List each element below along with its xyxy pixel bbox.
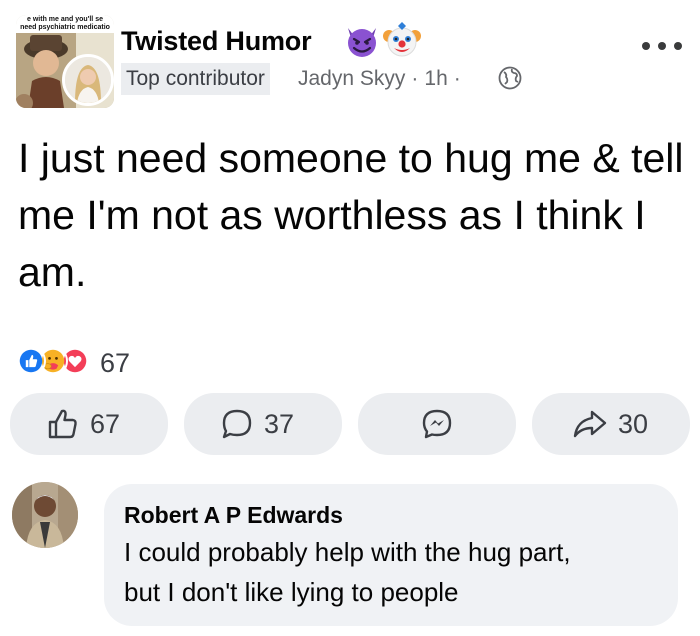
like-reaction-icon [16, 346, 46, 376]
comment-author[interactable]: Robert A P Edwards [124, 500, 343, 530]
group-name[interactable]: Twisted Humor [121, 26, 312, 57]
commenter-avatar-image [12, 482, 78, 548]
like-button[interactable]: 67 [10, 393, 168, 455]
smiling-devil-icon [348, 28, 376, 57]
post-card: e with me and you'll se need psychiatric… [0, 0, 700, 636]
comment-text-line: but I don't like lying to people [124, 577, 459, 607]
more-dot [674, 42, 682, 50]
meta-separator: · [411, 67, 419, 90]
comment-bubble-icon [222, 409, 252, 439]
post-time[interactable]: 1h [424, 67, 447, 90]
share-arrow-icon [573, 410, 607, 438]
post-author[interactable]: Jadyn Skyy [298, 67, 405, 90]
user-avatar-image [65, 57, 111, 103]
messenger-icon [422, 409, 452, 439]
share-button[interactable]: 30 [532, 393, 690, 455]
top-contributor-badge: Top contributor [121, 63, 270, 95]
more-dot [642, 42, 650, 50]
group-avatar-caption: e with me and you'll se need psychiatric… [16, 15, 114, 33]
comment-count: 37 [264, 409, 295, 439]
more-dot [658, 42, 666, 50]
comment-button[interactable]: 37 [184, 393, 342, 455]
user-avatar[interactable] [62, 54, 114, 106]
post-meta: Jadyn Skyy · 1h · [298, 63, 467, 95]
thumbs-up-icon [48, 409, 77, 439]
clown-face-icon [383, 22, 421, 57]
post-text: I just need someone to hug me & tell me … [18, 135, 684, 295]
comment-text-line: I could probably help with the hug part, [124, 537, 571, 567]
messenger-button[interactable] [358, 393, 516, 455]
more-options-button[interactable] [640, 36, 684, 56]
reaction-count[interactable]: 67 [100, 347, 130, 379]
like-count: 67 [90, 409, 121, 439]
share-count: 30 [618, 409, 649, 439]
globe-icon [498, 66, 522, 90]
commenter-avatar[interactable] [12, 482, 78, 548]
meta-separator: · [453, 67, 461, 90]
